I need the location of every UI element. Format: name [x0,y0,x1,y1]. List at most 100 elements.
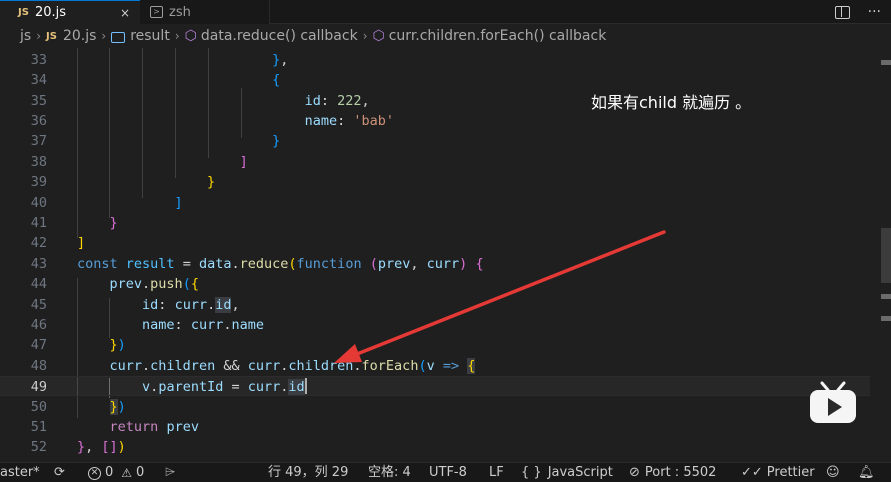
line-number: 41 [30,215,47,231]
line-number: 47 [30,337,47,353]
code-text: }) [109,337,126,353]
tab-zsh[interactable]: > zsh [140,0,270,24]
live-share-icon[interactable]: ⌲ [165,463,175,482]
code-line: 51 return prev [0,417,870,437]
scrollbar-marker [881,294,891,299]
line-number: 44 [30,276,47,292]
sync-icon[interactable]: ⟳ [54,463,65,482]
breadcrumb-file[interactable]: 20.js [63,28,96,44]
editor-actions: ··· [834,0,881,24]
video-play-logo [810,381,856,423]
code-line-active: 49 v.parentId = curr.id [0,376,870,396]
code-line: 45 id: curr.id, [0,295,870,315]
language-mode-status[interactable]: { } JavaScript [521,463,613,482]
line-number: 42 [30,235,47,251]
code-text: curr.children && curr.children.forEach(v… [109,358,476,374]
javascript-file-icon: JS [18,7,29,18]
prettier-label: Prettier [766,465,815,480]
line-number: 35 [30,93,47,109]
line-number: 33 [30,52,47,68]
more-actions-icon[interactable]: ··· [868,4,881,20]
git-branch-status[interactable]: aster* [0,463,40,482]
eol-status[interactable]: LF [489,463,504,482]
code-line: 37 } [0,131,870,151]
tab-label: zsh [169,4,191,20]
breadcrumb-symbol-foreach[interactable]: curr.children.forEach() callback [389,28,607,44]
error-count: 0 [105,465,114,480]
code-text: ] [239,154,248,170]
line-number: 51 [30,419,47,435]
braces-icon: { } [521,465,542,480]
warning-count: 0 [136,465,145,480]
code-text: }, [272,52,289,68]
breadcrumb-symbol-reduce[interactable]: data.reduce() callback [201,28,358,44]
scrollbar-marker [881,228,891,283]
cursor-position-status[interactable]: 行 49，列 29 [268,463,348,482]
code-line: 44 prev.push({ [0,274,870,294]
prettier-status[interactable]: ✓✓ Prettier [741,463,815,482]
live-server-port-status[interactable]: ⊘ Port : 5502 [629,463,716,482]
code-line: 47 }) [0,335,870,355]
warning-icon: ⚠ [121,466,133,480]
encoding-status[interactable]: UTF-8 [429,463,467,482]
line-number: 37 [30,133,47,149]
code-text: }) [109,399,126,415]
code-line: 43 const result = data.reduce(function (p… [0,254,870,274]
code-line: 52}, []) [0,437,870,457]
port-label: Port : 5502 [644,465,717,480]
tab-20-js[interactable]: JS 20.js × [0,0,140,24]
tab-label: 20.js [34,5,66,20]
code-text: } [272,133,281,149]
code-text: }, []) [77,439,126,455]
feedback-icon[interactable]: ☺ [826,463,840,482]
no-entry-icon: ⊘ [629,465,640,480]
notifications-bell-icon[interactable]: 🔔︎ [858,463,875,482]
code-line: 36 name: 'bab' [0,111,870,131]
breadcrumb-folder[interactable]: js [20,28,31,44]
code-line: 42] [0,233,870,253]
line-number: 48 [30,358,47,374]
code-line: 33 }, [0,50,870,70]
code-line: 38 ] [0,152,870,172]
error-icon: ✕ [88,466,101,480]
close-icon[interactable]: × [120,6,130,20]
code-editor[interactable]: 33 }, 34 { 35 id: 222, 36 name: 'bab' 37… [0,48,891,462]
code-text: name: curr.name [142,317,264,333]
variable-icon [111,31,126,43]
text-cursor [304,378,307,394]
code-text: } [109,215,118,231]
problems-status[interactable]: ✕ 0 ⚠ 0 [88,463,144,482]
line-number: 40 [30,195,47,211]
code-text: v.parentId = curr.id [142,378,307,395]
indentation-status[interactable]: 空格: 4 [368,463,411,482]
terminal-icon: > [150,6,163,18]
line-number: 46 [30,317,47,333]
scrollbar-marker [881,60,891,65]
chevron-right-icon: › [36,29,41,43]
code-line: 39 } [0,172,870,192]
code-text: id: curr.id, [142,297,240,313]
chevron-right-icon: › [362,29,368,43]
code-line: 48 curr.children && curr.children.forEac… [0,356,870,376]
line-number: 43 [30,256,47,272]
code-text: id: 222, [304,93,370,109]
line-number: 50 [30,399,47,415]
line-number: 34 [30,72,47,88]
breadcrumb: js › JS 20.js › result › ⬡ data.reduce()… [0,24,891,48]
code-line: 50 }) [0,397,870,417]
code-text: return prev [109,419,199,435]
code-line: 40 ] [0,193,870,213]
breadcrumb-symbol-result[interactable]: result [130,28,170,44]
code-text: name: 'bab' [304,113,394,129]
language-label: JavaScript [547,465,613,480]
code-text: ] [77,235,86,251]
code-line: 46 name: curr.name [0,315,870,335]
line-number: 38 [30,154,47,170]
line-number: 36 [30,113,47,129]
split-editor-icon[interactable] [834,5,850,19]
chevron-right-icon: › [174,29,180,43]
line-number: 39 [30,174,47,190]
scrollbar-marker [881,316,891,321]
vertical-scrollbar[interactable] [877,48,891,462]
code-text: const result = data.reduce(function (pre… [77,256,484,272]
